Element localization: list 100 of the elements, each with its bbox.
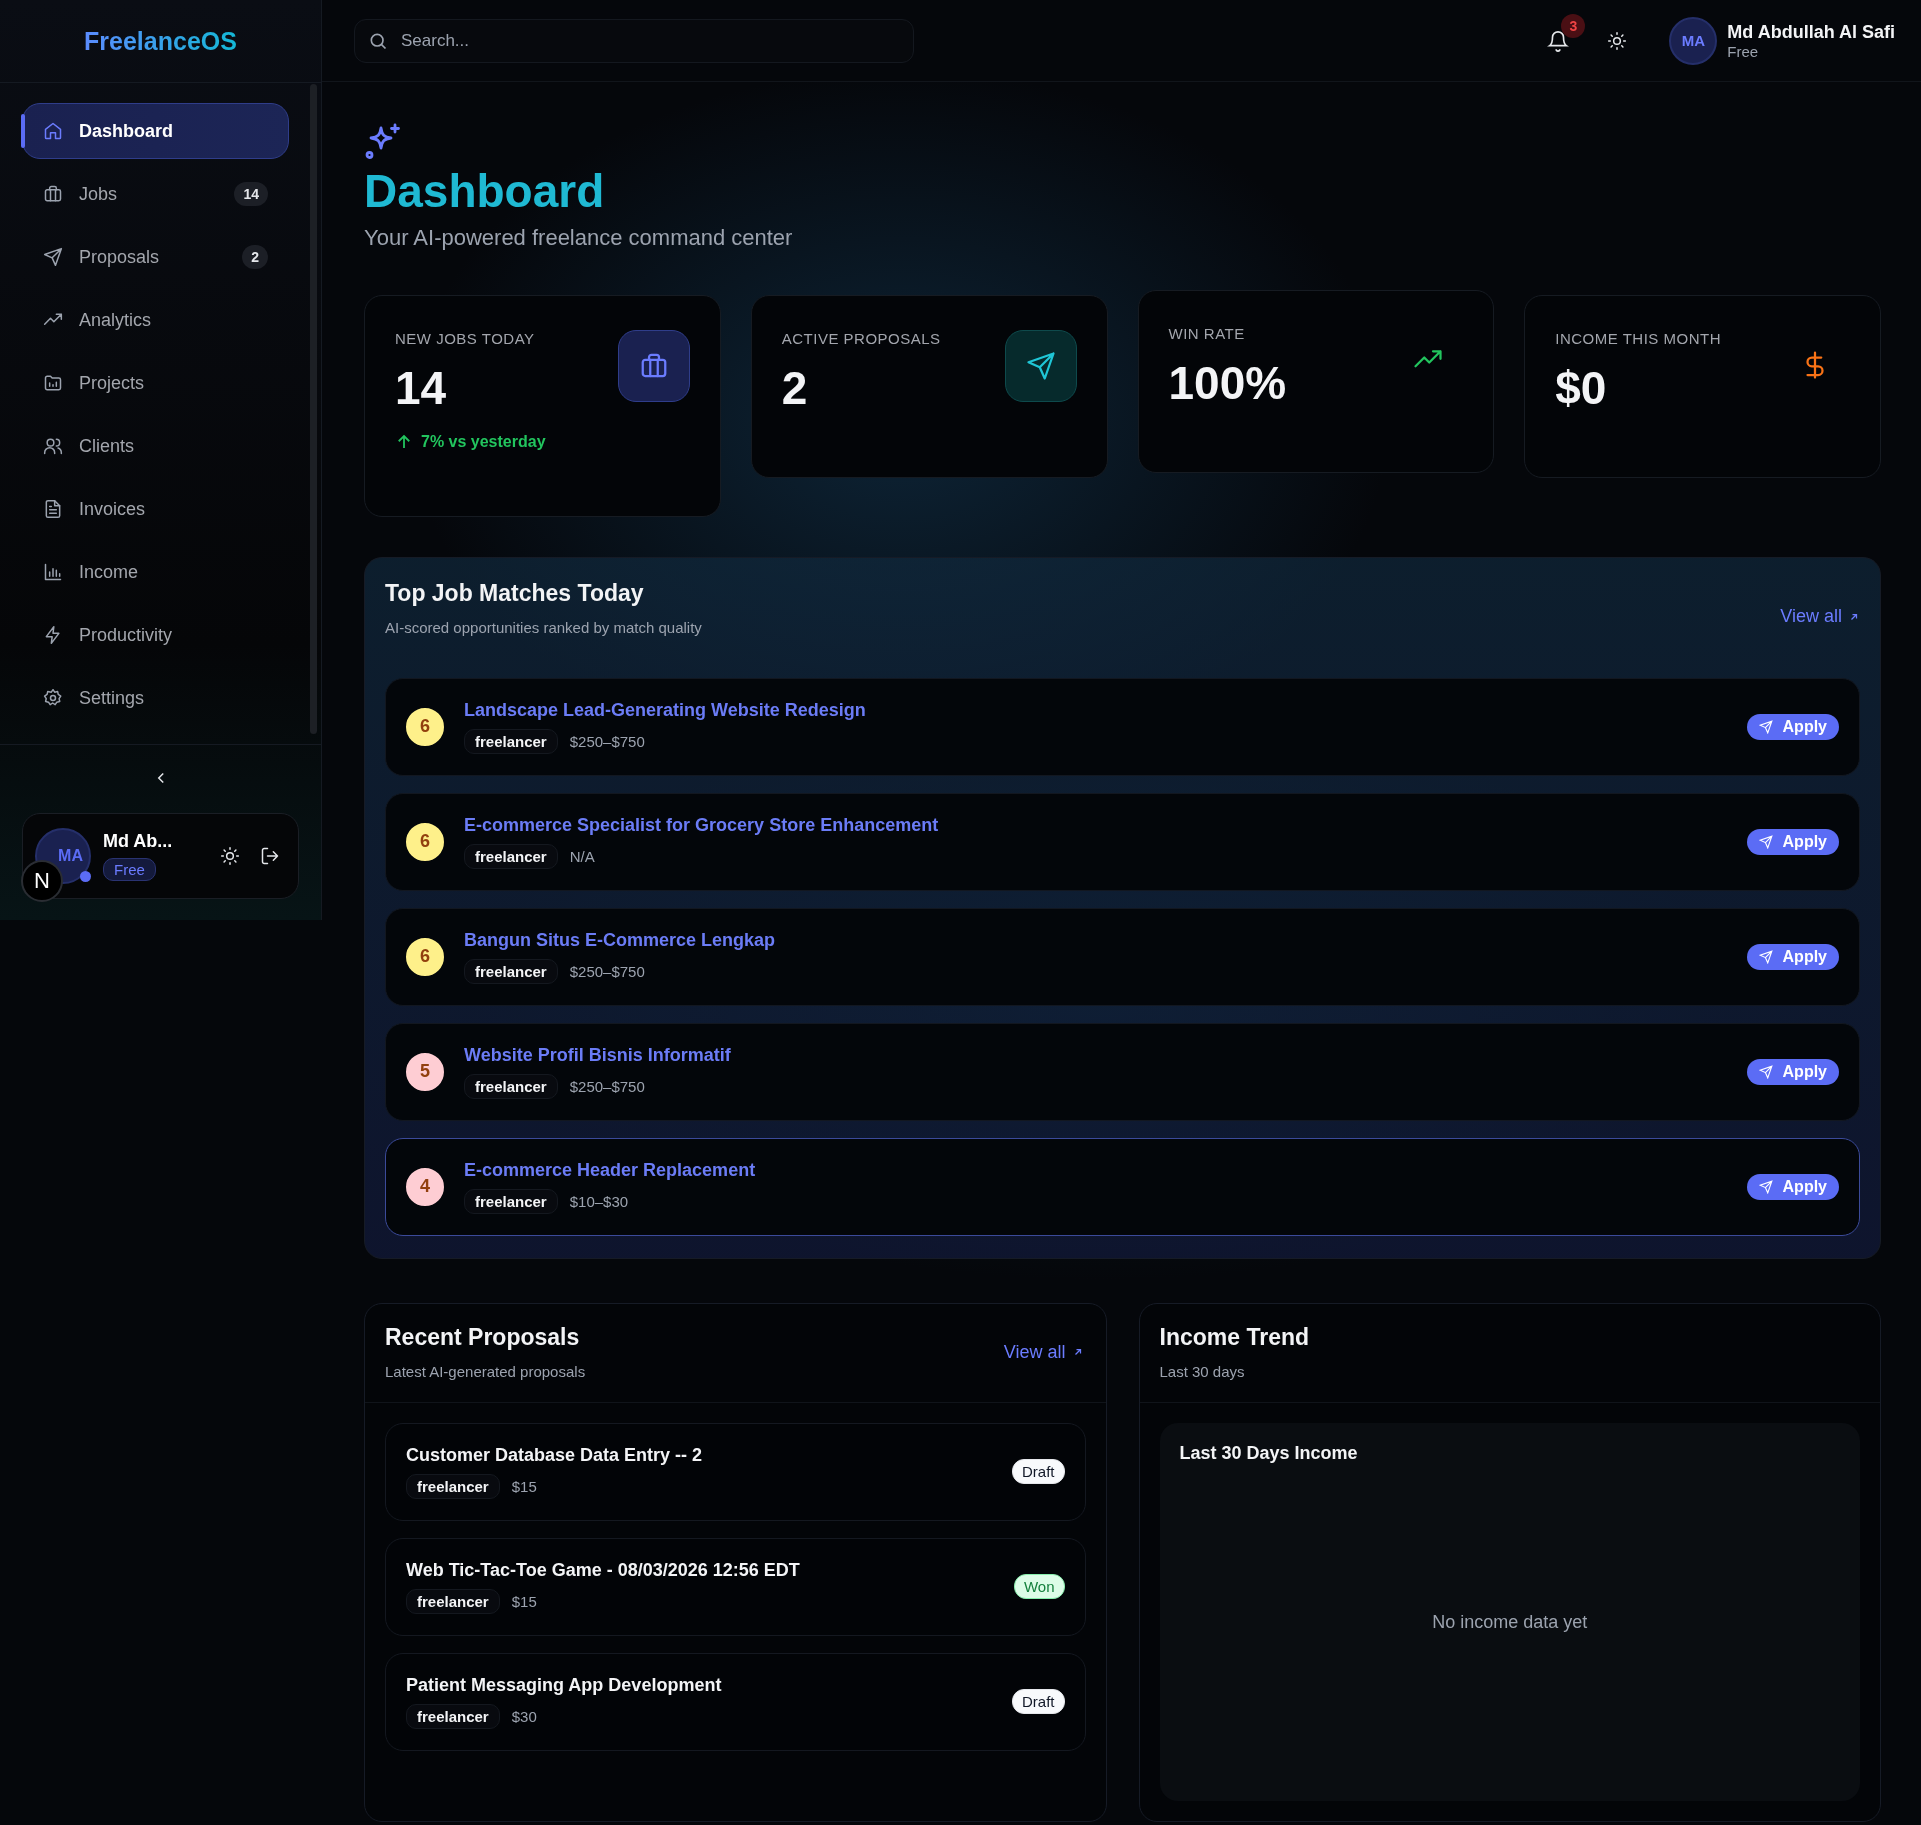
- stat-value: 100%: [1168, 355, 1287, 410]
- bar-chart-icon: [43, 562, 63, 582]
- user-plan: Free: [1727, 42, 1760, 60]
- source-tag: freelancer: [464, 843, 558, 869]
- nav-item[interactable]: Analytics: [22, 292, 289, 348]
- stat-label: WIN RATE: [1168, 324, 1246, 342]
- scrollbar[interactable]: [310, 84, 317, 734]
- job-row[interactable]: 6 E-commerce Specialist for Grocery Store Enhancement freelancer N/A Apply: [385, 792, 1860, 891]
- nav-item[interactable]: Clients: [22, 418, 289, 474]
- source-tag: freelancer: [464, 728, 558, 754]
- job-title-link[interactable]: Landscape Lead-Generating Website Redesign: [464, 699, 866, 721]
- proposal-row[interactable]: Customer Database Data Entry -- 2 freelancer $15 Draft: [385, 1422, 1086, 1521]
- job-title-link[interactable]: E-commerce Specialist for Grocery Store Enhancement: [464, 814, 939, 836]
- avatar[interactable]: MA: [1669, 16, 1718, 65]
- briefcase-icon: [617, 329, 690, 402]
- count-badge: 2: [242, 245, 268, 269]
- paper-plane-icon: [1758, 719, 1773, 734]
- apply-button[interactable]: Apply: [1746, 1058, 1839, 1085]
- panel-title: Top Job Matches Today: [385, 579, 645, 607]
- proposal-row[interactable]: Web Tic-Tac-Toe Game - 08/03/2026 12:56 EDT freelancer $15 Won: [385, 1537, 1086, 1636]
- amount-text: $15: [511, 1592, 537, 1610]
- user-name: Md Abdullah Al Safi: [1727, 21, 1895, 43]
- paper-plane-icon: [1758, 834, 1773, 849]
- proposal-title: Patient Messaging App Development: [406, 1674, 722, 1696]
- apply-button[interactable]: Apply: [1746, 1173, 1839, 1200]
- proposal-title: Web Tic-Tac-Toe Game - 08/03/2026 12:56 EDT: [406, 1559, 800, 1581]
- view-all-link[interactable]: View all: [1780, 606, 1860, 628]
- apply-button[interactable]: Apply: [1746, 943, 1839, 970]
- panel-title: Income Trend: [1159, 1323, 1310, 1351]
- budget-text: $250–$750: [569, 1077, 645, 1095]
- logout-icon: [260, 846, 280, 866]
- nav-item[interactable]: Projects: [22, 355, 289, 411]
- sun-icon: [220, 846, 240, 866]
- apply-button[interactable]: Apply: [1746, 828, 1839, 855]
- apply-button[interactable]: Apply: [1746, 713, 1839, 740]
- nav-item[interactable]: Dashboard: [22, 103, 289, 159]
- nav-item[interactable]: Proposals 2: [22, 229, 289, 285]
- paper-plane-icon: [43, 247, 63, 267]
- proposal-row[interactable]: Patient Messaging App Development freelancer $30 Draft: [385, 1652, 1086, 1751]
- amount-text: $30: [511, 1707, 537, 1725]
- dev-tools-badge[interactable]: N: [21, 860, 63, 902]
- budget-text: $250–$750: [569, 962, 645, 980]
- page-title: Dashboard: [364, 166, 606, 217]
- nav-item[interactable]: Jobs 14: [22, 166, 289, 222]
- page-subtitle: Your AI-powered freelance command center: [364, 224, 794, 251]
- panel-subtitle: AI-scored opportunities ranked by match quality: [385, 618, 702, 636]
- match-score: 6: [406, 822, 444, 861]
- budget-text: N/A: [569, 847, 595, 865]
- source-tag: freelancer: [464, 1188, 558, 1214]
- stat-label: INCOME THIS MONTH: [1555, 329, 1721, 347]
- stat-value: 2: [781, 360, 809, 415]
- match-score: 5: [406, 1052, 444, 1091]
- stat-value: 14: [395, 360, 448, 415]
- source-tag: freelancer: [464, 1073, 558, 1099]
- status-badge: Draft: [1012, 1459, 1065, 1485]
- trend-text: 7% vs yesterday: [421, 432, 546, 451]
- panel-subtitle: Latest AI-generated proposals: [385, 1362, 586, 1380]
- source-tag: freelancer: [464, 958, 558, 984]
- arrow-up-icon: [395, 432, 413, 451]
- job-row[interactable]: 6 Bangun Situs E-Commerce Lengkap freelancer $250–$750 Apply: [385, 907, 1860, 1006]
- home-icon: [43, 121, 63, 141]
- search-field[interactable]: Search...: [354, 18, 914, 63]
- status-badge: Draft: [1012, 1689, 1065, 1715]
- document-icon: [43, 499, 63, 519]
- match-score: 4: [406, 1167, 444, 1206]
- briefcase-icon: [43, 184, 63, 204]
- amount-text: $15: [511, 1477, 537, 1495]
- plan-badge: Free: [103, 858, 156, 881]
- notification-count: 3: [1561, 13, 1586, 38]
- users-icon: [43, 436, 63, 456]
- nav-item[interactable]: Productivity: [22, 607, 289, 663]
- lightning-icon: [43, 625, 63, 645]
- source-tag: freelancer: [406, 1703, 500, 1729]
- empty-state-text: No income data yet: [1432, 1611, 1588, 1633]
- stat-label: ACTIVE PROPOSALS: [781, 329, 941, 347]
- nav-item[interactable]: Settings: [22, 670, 289, 726]
- chart-title: Last 30 Days Income: [1179, 1442, 1359, 1464]
- stat-value: $0: [1555, 360, 1608, 415]
- match-score: 6: [406, 937, 444, 976]
- job-title-link[interactable]: Bangun Situs E-Commerce Lengkap: [464, 929, 776, 951]
- job-title-link[interactable]: Website Profil Bisnis Informatif: [464, 1044, 731, 1066]
- panel-title: Recent Proposals: [385, 1323, 581, 1351]
- count-badge: 14: [234, 182, 268, 206]
- job-title-link[interactable]: E-commerce Header Replacement: [464, 1159, 756, 1181]
- nav-item[interactable]: Invoices: [22, 481, 289, 537]
- sun-icon: [1607, 30, 1628, 51]
- job-row[interactable]: 4 E-commerce Header Replacement freelancer $10–$30 Apply: [385, 1137, 1860, 1236]
- settings-icon: [43, 688, 63, 708]
- user-name: Md Ab...: [103, 831, 173, 852]
- job-row[interactable]: 6 Landscape Lead-Generating Website Redesign freelancer $250–$750 Apply: [385, 677, 1860, 776]
- nav-item[interactable]: Income: [22, 544, 289, 600]
- view-all-link[interactable]: View all: [1003, 1341, 1084, 1363]
- panel-subtitle: Last 30 days: [1159, 1362, 1246, 1380]
- status-badge: Won: [1013, 1574, 1065, 1600]
- job-row[interactable]: 5 Website Profil Bisnis Informatif freelancer $250–$750 Apply: [385, 1022, 1860, 1121]
- budget-text: $250–$750: [569, 732, 645, 750]
- paper-plane-icon: [1758, 1179, 1773, 1194]
- paper-plane-icon: [1758, 949, 1773, 964]
- paper-plane-icon: [1758, 1064, 1773, 1079]
- stat-label: NEW JOBS TODAY: [395, 329, 535, 347]
